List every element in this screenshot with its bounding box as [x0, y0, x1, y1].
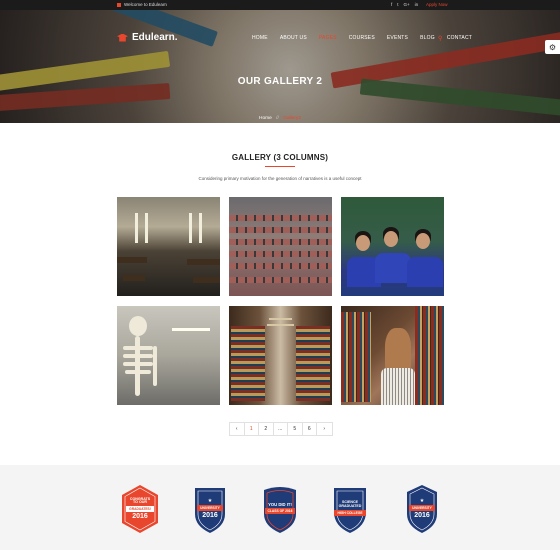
- nav-contact[interactable]: CONTACT: [447, 35, 472, 41]
- info-icon: [117, 2, 121, 7]
- badge-line: YOU DID IT!: [268, 501, 292, 507]
- google-plus-icon[interactable]: G+: [404, 2, 410, 7]
- badge-science-graduated: SCIENCE GRADUATED HIGH COLLEGE: [330, 484, 370, 534]
- badge-university-2016: ★ UNIVERSITY 2016: [190, 484, 230, 534]
- nav-blog[interactable]: BLOG: [420, 35, 435, 41]
- breadcrumb-separator: //: [276, 116, 279, 121]
- section-title: GALLERY (3 COLUMNS): [231, 153, 329, 162]
- badge-line: TO OUR: [133, 500, 147, 505]
- badge-ribbon: UNIVERSITY: [197, 504, 223, 511]
- star-icon: ★: [207, 497, 213, 504]
- graduation-cap-icon: [117, 33, 128, 42]
- badge-ribbon: HIGH COLLEGE: [334, 509, 366, 516]
- gallery-photo-laboratory[interactable]: [117, 197, 220, 296]
- gallery-photo-library-aisle[interactable]: [229, 306, 332, 405]
- gallery-photo-skeleton[interactable]: [117, 306, 220, 405]
- breadcrumb-home[interactable]: Home: [259, 116, 272, 121]
- social-links: f t G+ in: [391, 2, 418, 7]
- badge-ribbon: UNIVERSITY: [409, 504, 435, 511]
- apply-now-link[interactable]: Apply Now: [426, 2, 448, 7]
- site-logo[interactable]: Edulearn.: [117, 32, 178, 43]
- breadcrumb: Home // Gallery2: [0, 116, 560, 121]
- breadcrumb-current: Gallery2: [283, 116, 302, 121]
- badge-line: GRADUATED: [338, 504, 362, 508]
- search-icon[interactable]: ⚲: [438, 35, 443, 42]
- gallery-photo-girl-in-library[interactable]: [341, 306, 444, 405]
- page-ellipsis: ...: [273, 423, 288, 435]
- section-subtitle: Considering primary motivation for the g…: [198, 176, 362, 181]
- nav-events[interactable]: EVENTS: [387, 35, 408, 41]
- page-1-button[interactable]: 1: [244, 423, 259, 435]
- badge-ribbon: CLASS OF 2016: [264, 508, 296, 515]
- badge-year: 2016: [414, 511, 430, 519]
- badge-ribbon: GRADUATES!: [126, 506, 154, 513]
- page-6-button[interactable]: 6: [302, 423, 317, 435]
- welcome-text: Welcome to Edulearn: [124, 2, 167, 7]
- gallery-photo-auditorium[interactable]: [229, 197, 332, 296]
- nav-about-us[interactable]: ABOUT US: [280, 35, 307, 41]
- star-icon: ★: [419, 497, 425, 504]
- badge-year: 2016: [132, 513, 148, 521]
- page-title: OUR GALLERY 2: [237, 76, 323, 87]
- page-2-button[interactable]: 2: [259, 423, 274, 435]
- nav-home[interactable]: HOME: [252, 35, 268, 41]
- twitter-icon[interactable]: t: [397, 2, 398, 7]
- top-bar: Welcome to Edulearn f t G+ in Apply Now: [0, 0, 560, 10]
- gear-icon[interactable]: ⚙: [545, 40, 560, 54]
- linkedin-icon[interactable]: in: [415, 2, 419, 7]
- prev-page-button[interactable]: ‹: [230, 423, 245, 435]
- next-page-button[interactable]: ›: [317, 423, 332, 435]
- welcome-message: Welcome to Edulearn: [117, 2, 167, 7]
- nav-pages[interactable]: PAGES: [319, 35, 337, 41]
- badge-congrats-graduates: CONGRATS TO OUR GRADUATES! 2016: [120, 484, 160, 534]
- hero-banner: Edulearn. HOME ABOUT US PAGES COURSES EV…: [0, 10, 560, 123]
- badge-you-did-it: YOU DID IT! CLASS OF 2016: [260, 484, 300, 534]
- page-5-button[interactable]: 5: [288, 423, 303, 435]
- facebook-icon[interactable]: f: [391, 2, 392, 7]
- badges-strip: CONGRATS TO OUR GRADUATES! 2016 ★ UNIVER…: [0, 465, 560, 550]
- logo-text: Edulearn.: [132, 32, 178, 43]
- pagination: ‹ 1 2 ... 5 6 ›: [229, 422, 333, 436]
- main-nav: HOME ABOUT US PAGES COURSES EVENTS BLOG …: [252, 35, 484, 42]
- badge-university-2016-alt: ★ UNIVERSITY 2016: [402, 484, 442, 534]
- gallery-photo-students[interactable]: [341, 197, 444, 296]
- badge-year: 2016: [202, 511, 218, 519]
- nav-courses[interactable]: COURSES: [349, 35, 375, 41]
- title-divider: [265, 166, 295, 167]
